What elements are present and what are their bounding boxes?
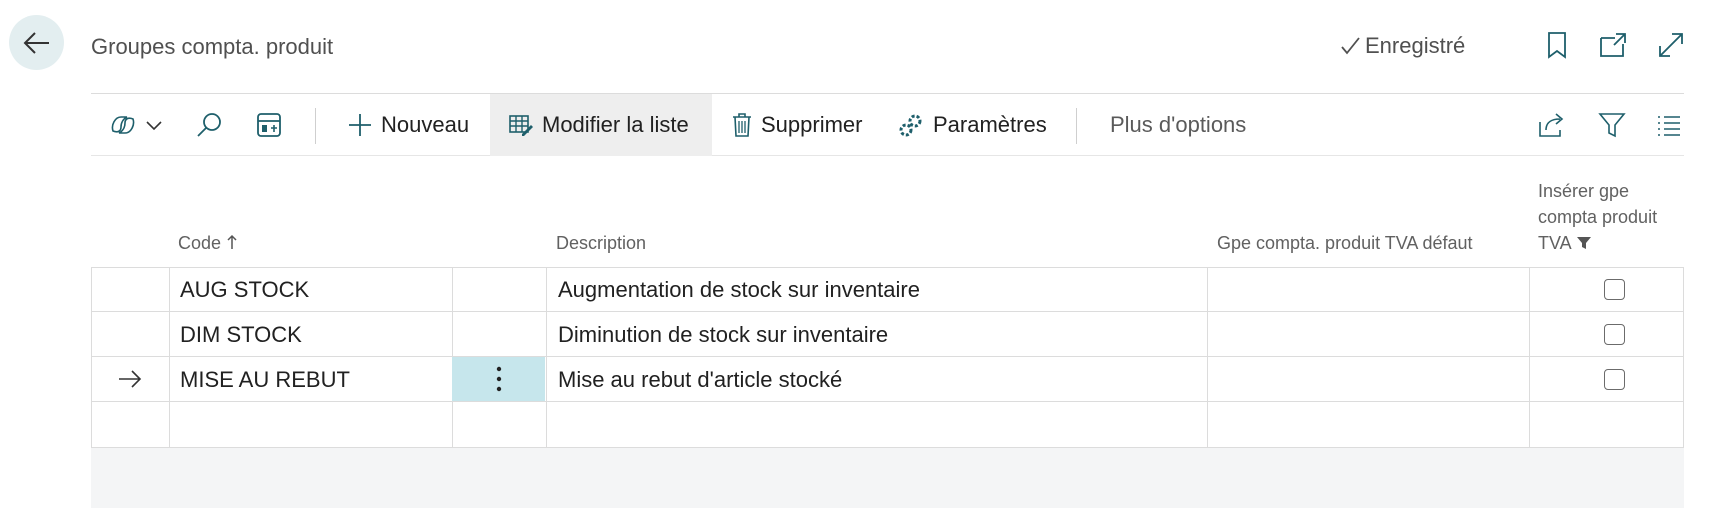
new-label: Nouveau [381, 112, 470, 137]
cell-description[interactable]: Mise au rebut d'article stocké [558, 357, 842, 402]
table-view-icon [257, 113, 281, 137]
column-header-code[interactable]: Code [178, 230, 238, 256]
saved-label: Enregistré [1365, 33, 1466, 58]
more-options-button[interactable]: Plus d'options [1110, 94, 1246, 156]
column-header-insert-vat-group[interactable]: Insérer gpe compta produit TVA [1538, 178, 1688, 256]
table-row-empty[interactable] [91, 402, 1684, 447]
cell-code[interactable]: MISE AU REBUT [180, 357, 350, 402]
trash-icon [733, 113, 751, 137]
filter-applied-icon [1576, 237, 1591, 249]
more-options-label: Plus d'options [1110, 112, 1247, 137]
bookmark-icon [1548, 32, 1566, 59]
column-insert-line2: compta produit [1538, 207, 1658, 227]
insert-vat-group-checkbox[interactable] [1604, 324, 1625, 345]
more-vertical-icon [496, 366, 501, 392]
filter-icon [1598, 113, 1626, 138]
edit-list-icon [509, 115, 533, 136]
gears-icon [899, 114, 922, 137]
column-insert-line3: TVA [1538, 233, 1571, 253]
plus-icon [349, 114, 371, 136]
chevron-down-icon [146, 121, 162, 131]
settings-label: Paramètres [933, 112, 1047, 137]
settings-button[interactable]: Paramètres [897, 94, 1047, 156]
open-new-window-button[interactable] [1598, 30, 1628, 60]
expand-button[interactable] [1656, 30, 1686, 60]
new-button[interactable]: Nouveau [347, 94, 469, 156]
filter-button[interactable] [1598, 94, 1626, 156]
current-row-arrow-icon [118, 369, 142, 394]
column-insert-line1: Insérer gpe [1538, 181, 1630, 201]
table-row[interactable]: AUG STOCK Augmentation de stock sur inve… [91, 267, 1684, 312]
bookmark-button[interactable] [1542, 30, 1572, 60]
list-icon [1658, 116, 1680, 136]
action-toolbar: Nouveau Modifier la liste Supprimer Para… [91, 93, 1684, 156]
share-button[interactable] [1538, 94, 1566, 156]
column-code-label: Code [178, 233, 222, 253]
share-icon [1539, 113, 1564, 137]
open-in-new-window-icon [1600, 33, 1626, 57]
cell-description[interactable]: Augmentation de stock sur inventaire [558, 267, 920, 312]
copilot-icon [111, 116, 135, 134]
search-button[interactable] [195, 94, 223, 156]
back-button[interactable] [9, 15, 64, 70]
edit-list-label: Modifier la liste [542, 112, 689, 137]
column-header-description[interactable]: Description [556, 230, 646, 256]
grid-footer-area [91, 448, 1684, 508]
edit-list-button[interactable]: Modifier la liste [490, 94, 712, 156]
cell-code[interactable]: AUG STOCK [180, 267, 309, 312]
list-view-button[interactable] [1656, 94, 1682, 156]
expand-icon [1659, 33, 1683, 57]
delete-button[interactable]: Supprimer [731, 94, 862, 156]
delete-label: Supprimer [761, 112, 863, 137]
sort-ascending-icon [227, 234, 237, 249]
copilot-button[interactable] [109, 94, 163, 156]
search-icon [197, 113, 221, 137]
page-title: Groupes compta. produit [91, 34, 334, 59]
table-row-selected[interactable]: MISE AU REBUT Mise au rebut d'article st… [91, 357, 1684, 402]
row-actions-button[interactable] [452, 357, 545, 401]
column-header-default-vat-group[interactable]: Gpe compta. produit TVA défaut [1217, 230, 1473, 256]
cell-description[interactable]: Diminution de stock sur inventaire [558, 312, 888, 357]
check-icon [1341, 37, 1360, 55]
table-row[interactable]: DIM STOCK Diminution de stock sur invent… [91, 312, 1684, 357]
arrow-left-icon [23, 31, 49, 54]
saved-status: Enregistré [1339, 33, 1465, 59]
insert-vat-group-checkbox[interactable] [1604, 369, 1625, 390]
analysis-mode-button[interactable] [256, 94, 282, 156]
insert-vat-group-checkbox[interactable] [1604, 279, 1625, 300]
cell-code[interactable]: DIM STOCK [180, 312, 302, 357]
